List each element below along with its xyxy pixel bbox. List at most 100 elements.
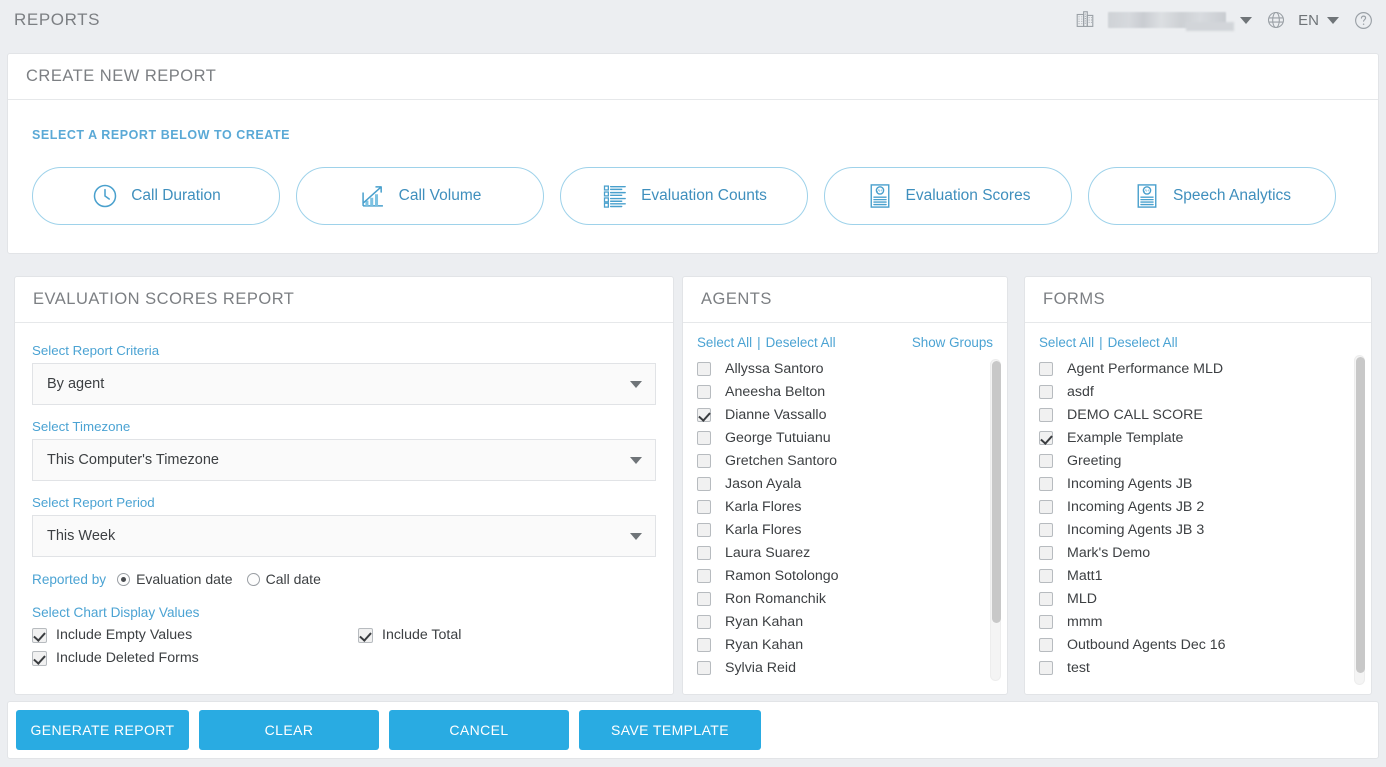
- cancel-button[interactable]: CANCEL: [389, 710, 569, 750]
- list-item[interactable]: Aneesha Belton: [697, 380, 981, 403]
- list-item[interactable]: Ramon Sotolongo: [697, 564, 981, 587]
- agent-checkbox[interactable]: [697, 430, 711, 445]
- list-item[interactable]: George Tutuianu: [697, 426, 981, 449]
- agents-select-all-link[interactable]: Select All: [697, 335, 752, 350]
- agent-checkbox[interactable]: [697, 637, 711, 652]
- forms-list[interactable]: Agent Performance MLD asdf DEMO CALL SCORE…: [1025, 357, 1371, 686]
- form-checkbox[interactable]: [1039, 522, 1053, 537]
- agent-checkbox[interactable]: [697, 614, 711, 629]
- agent-checkbox[interactable]: [697, 499, 711, 514]
- list-item[interactable]: DEMO CALL SCORE: [1039, 403, 1345, 426]
- agent-checkbox[interactable]: [697, 660, 711, 675]
- forms-scrollbar[interactable]: [1354, 355, 1365, 685]
- list-item[interactable]: Outbound Agents Dec 16: [1039, 633, 1345, 656]
- forms-scrollbar-thumb[interactable]: [1356, 357, 1365, 673]
- report-period-select[interactable]: This Week: [32, 515, 656, 557]
- report-criteria-select[interactable]: By agent: [32, 363, 656, 405]
- checkbox-include-empty-values[interactable]: [32, 627, 47, 643]
- report-type-speech-analytics[interactable]: A+ Speech Analytics: [1088, 167, 1336, 225]
- agent-checkbox[interactable]: [697, 407, 711, 422]
- report-type-evaluation-scores[interactable]: A+ Evaluation Scores: [824, 167, 1072, 225]
- agents-panel-header: AGENTS: [683, 277, 1007, 323]
- checkbox-include-total[interactable]: [358, 627, 373, 643]
- form-checkbox[interactable]: [1039, 453, 1053, 468]
- form-checkbox[interactable]: [1039, 430, 1053, 445]
- generate-report-button[interactable]: GENERATE REPORT: [16, 710, 189, 750]
- report-type-label: Call Volume: [398, 187, 482, 204]
- save-template-button[interactable]: SAVE TEMPLATE: [579, 710, 761, 750]
- list-item[interactable]: Example Template: [1039, 426, 1345, 449]
- list-item[interactable]: Sylvia Reid: [697, 656, 981, 679]
- list-item[interactable]: Karla Flores: [697, 495, 981, 518]
- reported-by-row: Reported by Evaluation date Call date: [32, 571, 656, 587]
- list-item[interactable]: Mark's Demo: [1039, 541, 1345, 564]
- list-item[interactable]: Gretchen Santoro: [697, 449, 981, 472]
- form-label: Incoming Agents JB: [1067, 475, 1193, 492]
- list-item[interactable]: Incoming Agents JB 2: [1039, 495, 1345, 518]
- form-checkbox[interactable]: [1039, 637, 1053, 652]
- form-checkbox[interactable]: [1039, 568, 1053, 583]
- form-label: asdf: [1067, 383, 1094, 400]
- agent-checkbox[interactable]: [697, 522, 711, 537]
- list-item[interactable]: Allyssa Santoro: [697, 357, 981, 380]
- agents-list-inner: Allyssa Santoro Aneesha Belton Dianne Vass…: [683, 357, 1007, 679]
- list-item[interactable]: Ron Romanchik: [697, 587, 981, 610]
- help-icon[interactable]: [1353, 10, 1374, 31]
- form-checkbox[interactable]: [1039, 407, 1053, 422]
- agent-checkbox[interactable]: [697, 591, 711, 606]
- agent-checkbox[interactable]: [697, 361, 711, 376]
- form-checkbox[interactable]: [1039, 591, 1053, 606]
- list-item[interactable]: Agent Performance MLD: [1039, 357, 1345, 380]
- list-item[interactable]: Incoming Agents JB 3: [1039, 518, 1345, 541]
- forms-select-all-link[interactable]: Select All: [1039, 335, 1094, 350]
- form-checkbox[interactable]: [1039, 545, 1053, 560]
- agents-list[interactable]: Allyssa Santoro Aneesha Belton Dianne Vass…: [683, 357, 1007, 686]
- report-criteria-label: Select Report Criteria: [32, 343, 160, 358]
- agent-checkbox[interactable]: [697, 476, 711, 491]
- list-item[interactable]: Incoming Agents JB: [1039, 472, 1345, 495]
- agent-label: George Tutuianu: [725, 429, 831, 446]
- globe-icon[interactable]: [1266, 10, 1286, 30]
- list-item[interactable]: Dianne Vassallo: [697, 403, 981, 426]
- list-item[interactable]: Laura Suarez: [697, 541, 981, 564]
- agent-checkbox[interactable]: [697, 453, 711, 468]
- list-item[interactable]: MLD: [1039, 587, 1345, 610]
- language-dropdown-caret-icon[interactable]: [1327, 16, 1339, 24]
- list-item[interactable]: Matt1: [1039, 564, 1345, 587]
- agent-checkbox[interactable]: [697, 384, 711, 399]
- report-type-call-volume[interactable]: Call Volume: [296, 167, 544, 225]
- form-checkbox[interactable]: [1039, 660, 1053, 675]
- timezone-select[interactable]: This Computer's Timezone: [32, 439, 656, 481]
- score-document-icon: A+: [866, 182, 894, 210]
- agent-label: Allyssa Santoro: [725, 360, 824, 377]
- organization-dropdown-caret-icon[interactable]: [1240, 16, 1253, 24]
- form-checkbox[interactable]: [1039, 499, 1053, 514]
- form-checkbox[interactable]: [1039, 614, 1053, 629]
- agents-scrollbar[interactable]: [990, 359, 1001, 681]
- list-item[interactable]: Ryan Kahan: [697, 610, 981, 633]
- timezone-label: Select Timezone: [32, 419, 131, 434]
- list-item[interactable]: Karla Flores: [697, 518, 981, 541]
- report-type-evaluation-counts[interactable]: Evaluation Counts: [560, 167, 808, 225]
- list-item[interactable]: asdf: [1039, 380, 1345, 403]
- agents-show-groups-link[interactable]: Show Groups: [912, 335, 993, 350]
- agent-checkbox[interactable]: [697, 545, 711, 560]
- agents-scrollbar-thumb[interactable]: [992, 361, 1001, 623]
- clear-button[interactable]: CLEAR: [199, 710, 379, 750]
- building-icon[interactable]: [1074, 9, 1096, 31]
- list-item[interactable]: test: [1039, 656, 1345, 679]
- agent-checkbox[interactable]: [697, 568, 711, 583]
- list-item[interactable]: Greeting: [1039, 449, 1345, 472]
- agents-deselect-all-link[interactable]: Deselect All: [766, 335, 836, 350]
- forms-deselect-all-link[interactable]: Deselect All: [1108, 335, 1178, 350]
- form-checkbox[interactable]: [1039, 476, 1053, 491]
- checkbox-include-deleted-forms[interactable]: [32, 650, 47, 666]
- form-checkbox[interactable]: [1039, 361, 1053, 376]
- list-item[interactable]: Ryan Kahan: [697, 633, 981, 656]
- list-item[interactable]: mmm: [1039, 610, 1345, 633]
- report-type-call-duration[interactable]: Call Duration: [32, 167, 280, 225]
- radio-call-date[interactable]: [246, 572, 260, 586]
- list-item[interactable]: Jason Ayala: [697, 472, 981, 495]
- form-checkbox[interactable]: [1039, 384, 1053, 399]
- radio-evaluation-date[interactable]: [117, 572, 131, 586]
